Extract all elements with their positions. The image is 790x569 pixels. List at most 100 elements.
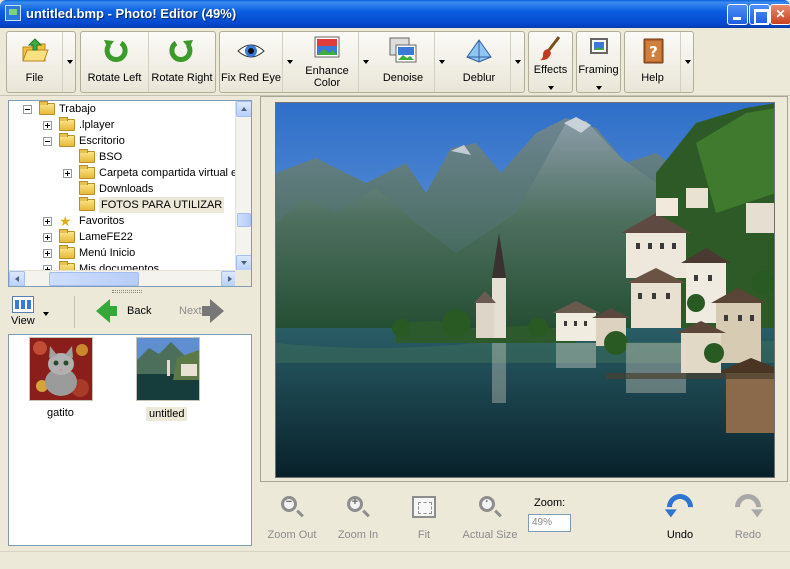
panel-splitter[interactable] bbox=[112, 290, 142, 293]
tree-item-label: .lplayer bbox=[79, 119, 115, 131]
denoise-dropdown[interactable] bbox=[434, 32, 448, 92]
zoom-in-button[interactable]: + Zoom In bbox=[332, 492, 384, 544]
title-bar: untitled.bmp - Photo! Editor (49%) ✕ bbox=[0, 0, 790, 28]
undo-button[interactable]: Undo bbox=[656, 488, 704, 544]
fit-label: Fit bbox=[417, 529, 431, 541]
back-label: Back bbox=[127, 305, 152, 317]
tree-item[interactable]: Carpeta compartida virtual e bbox=[9, 165, 237, 181]
enhance-color-dropdown[interactable] bbox=[358, 32, 372, 92]
tree-item[interactable]: ★ Favoritos bbox=[9, 213, 237, 229]
fix-red-eye-button[interactable]: Fix Red Eye bbox=[220, 32, 282, 92]
next-button[interactable]: Next bbox=[176, 294, 246, 330]
tree-hscroll-thumb[interactable] bbox=[49, 272, 139, 286]
app-icon bbox=[5, 5, 21, 21]
expand-icon[interactable] bbox=[43, 217, 52, 226]
expand-icon[interactable] bbox=[63, 169, 72, 178]
tree-item[interactable]: Downloads bbox=[9, 181, 237, 197]
color-photo-icon bbox=[314, 36, 340, 58]
zoom-label: Zoom: bbox=[534, 497, 566, 509]
effects-label: Effects bbox=[533, 64, 568, 76]
help-group: ? Help bbox=[624, 31, 694, 93]
zoom-in-icon: + bbox=[347, 496, 363, 512]
view-dropdown-arrow bbox=[43, 312, 49, 316]
view-label: View bbox=[11, 315, 35, 327]
tree-item[interactable]: Escritorio bbox=[9, 133, 237, 149]
undo-label: Undo bbox=[666, 529, 694, 541]
tree-item[interactable]: BSO bbox=[9, 149, 237, 165]
tree-vertical-scrollbar[interactable] bbox=[235, 101, 251, 271]
scrollbar-corner bbox=[235, 270, 251, 286]
zoom-field[interactable]: 49% bbox=[528, 514, 571, 532]
enhance-color-button[interactable]: Enhance Color bbox=[296, 32, 358, 92]
thumbnail-caption-untitled: untitled bbox=[146, 407, 188, 421]
actual-size-label: Actual Size bbox=[462, 529, 518, 541]
tree-horizontal-scrollbar[interactable] bbox=[9, 270, 237, 286]
tree-item[interactable]: Trabajo bbox=[9, 101, 237, 117]
thumbnail-untitled[interactable] bbox=[136, 337, 200, 401]
file-dropdown[interactable] bbox=[62, 32, 76, 92]
scroll-left-button[interactable] bbox=[9, 271, 25, 286]
rotate-right-button[interactable]: Rotate Right bbox=[149, 32, 215, 92]
tree-item[interactable]: .lplayer bbox=[9, 117, 237, 133]
collapse-icon[interactable] bbox=[23, 105, 32, 114]
folder-open-icon bbox=[21, 38, 49, 62]
effects-button[interactable]: Effects bbox=[529, 32, 572, 92]
fit-icon bbox=[412, 496, 436, 518]
actual-size-button[interactable]: · Actual Size bbox=[460, 492, 520, 544]
rotate-left-button[interactable]: Rotate Left bbox=[81, 32, 149, 92]
undo-icon bbox=[661, 488, 699, 526]
window-title: untitled.bmp - Photo! Editor (49%) bbox=[26, 6, 237, 21]
folder-icon bbox=[59, 117, 75, 131]
image-canvas-frame bbox=[260, 96, 788, 482]
fix-red-eye-label: Fix Red Eye bbox=[221, 72, 281, 84]
minimize-button[interactable] bbox=[727, 4, 748, 25]
denoise-button[interactable]: Denoise bbox=[372, 32, 434, 92]
view-button[interactable]: View bbox=[8, 294, 52, 330]
enhance-color-label-1: Enhance bbox=[305, 65, 349, 77]
thumbnail-gatito[interactable] bbox=[29, 337, 93, 401]
prism-icon bbox=[466, 39, 492, 63]
framing-label: Framing bbox=[578, 64, 619, 76]
help-dropdown[interactable] bbox=[680, 32, 694, 92]
folder-icon bbox=[59, 133, 75, 147]
fit-button[interactable]: Fit bbox=[404, 492, 444, 544]
file-button[interactable]: File bbox=[7, 32, 62, 92]
tree-item[interactable]: FOTOS PARA UTILIZAR bbox=[9, 197, 237, 213]
close-button[interactable]: ✕ bbox=[770, 4, 790, 25]
deblur-dropdown[interactable] bbox=[510, 32, 524, 92]
scroll-up-button[interactable] bbox=[236, 101, 251, 117]
enhance-group: Fix Red Eye Enhance Color Denoise Deblur bbox=[219, 31, 525, 93]
tree-item[interactable]: LameFE22 bbox=[9, 229, 237, 245]
redo-button[interactable]: Redo bbox=[724, 488, 772, 544]
help-button[interactable]: ? Help bbox=[625, 32, 680, 92]
tree-item[interactable]: Menú Inicio bbox=[9, 245, 237, 261]
kitten-photo bbox=[30, 338, 92, 400]
tree-vscroll-thumb[interactable] bbox=[237, 213, 251, 227]
arrow-down-icon bbox=[241, 261, 247, 265]
tree-item-label: Escritorio bbox=[79, 135, 125, 147]
back-button[interactable]: Back bbox=[94, 294, 164, 330]
framing-button[interactable]: Framing bbox=[577, 32, 620, 92]
effects-dropdown-arrow[interactable] bbox=[547, 86, 554, 90]
redo-icon bbox=[729, 488, 767, 526]
deblur-label: Deblur bbox=[462, 72, 496, 84]
image-canvas[interactable] bbox=[275, 102, 775, 478]
expand-icon[interactable] bbox=[43, 121, 52, 130]
arrow-right-icon bbox=[228, 276, 232, 282]
framing-dropdown-arrow[interactable] bbox=[595, 86, 602, 90]
folder-icon bbox=[59, 229, 75, 243]
scroll-down-button[interactable] bbox=[236, 255, 251, 271]
zoom-in-label: Zoom In bbox=[337, 529, 379, 541]
frame-icon bbox=[589, 38, 608, 54]
file-group: File bbox=[6, 31, 76, 93]
enhance-color-label-2: Color bbox=[313, 77, 341, 89]
collapse-icon[interactable] bbox=[43, 137, 52, 146]
expand-icon[interactable] bbox=[43, 249, 52, 258]
zoom-out-button[interactable]: − Zoom Out bbox=[262, 492, 322, 544]
maximize-button[interactable] bbox=[749, 4, 770, 25]
hallstatt-lake-photo bbox=[276, 103, 774, 477]
expand-icon[interactable] bbox=[43, 233, 52, 242]
fix-red-eye-dropdown[interactable] bbox=[282, 32, 296, 92]
deblur-button[interactable]: Deblur bbox=[448, 32, 510, 92]
actual-size-icon: · bbox=[479, 496, 495, 512]
